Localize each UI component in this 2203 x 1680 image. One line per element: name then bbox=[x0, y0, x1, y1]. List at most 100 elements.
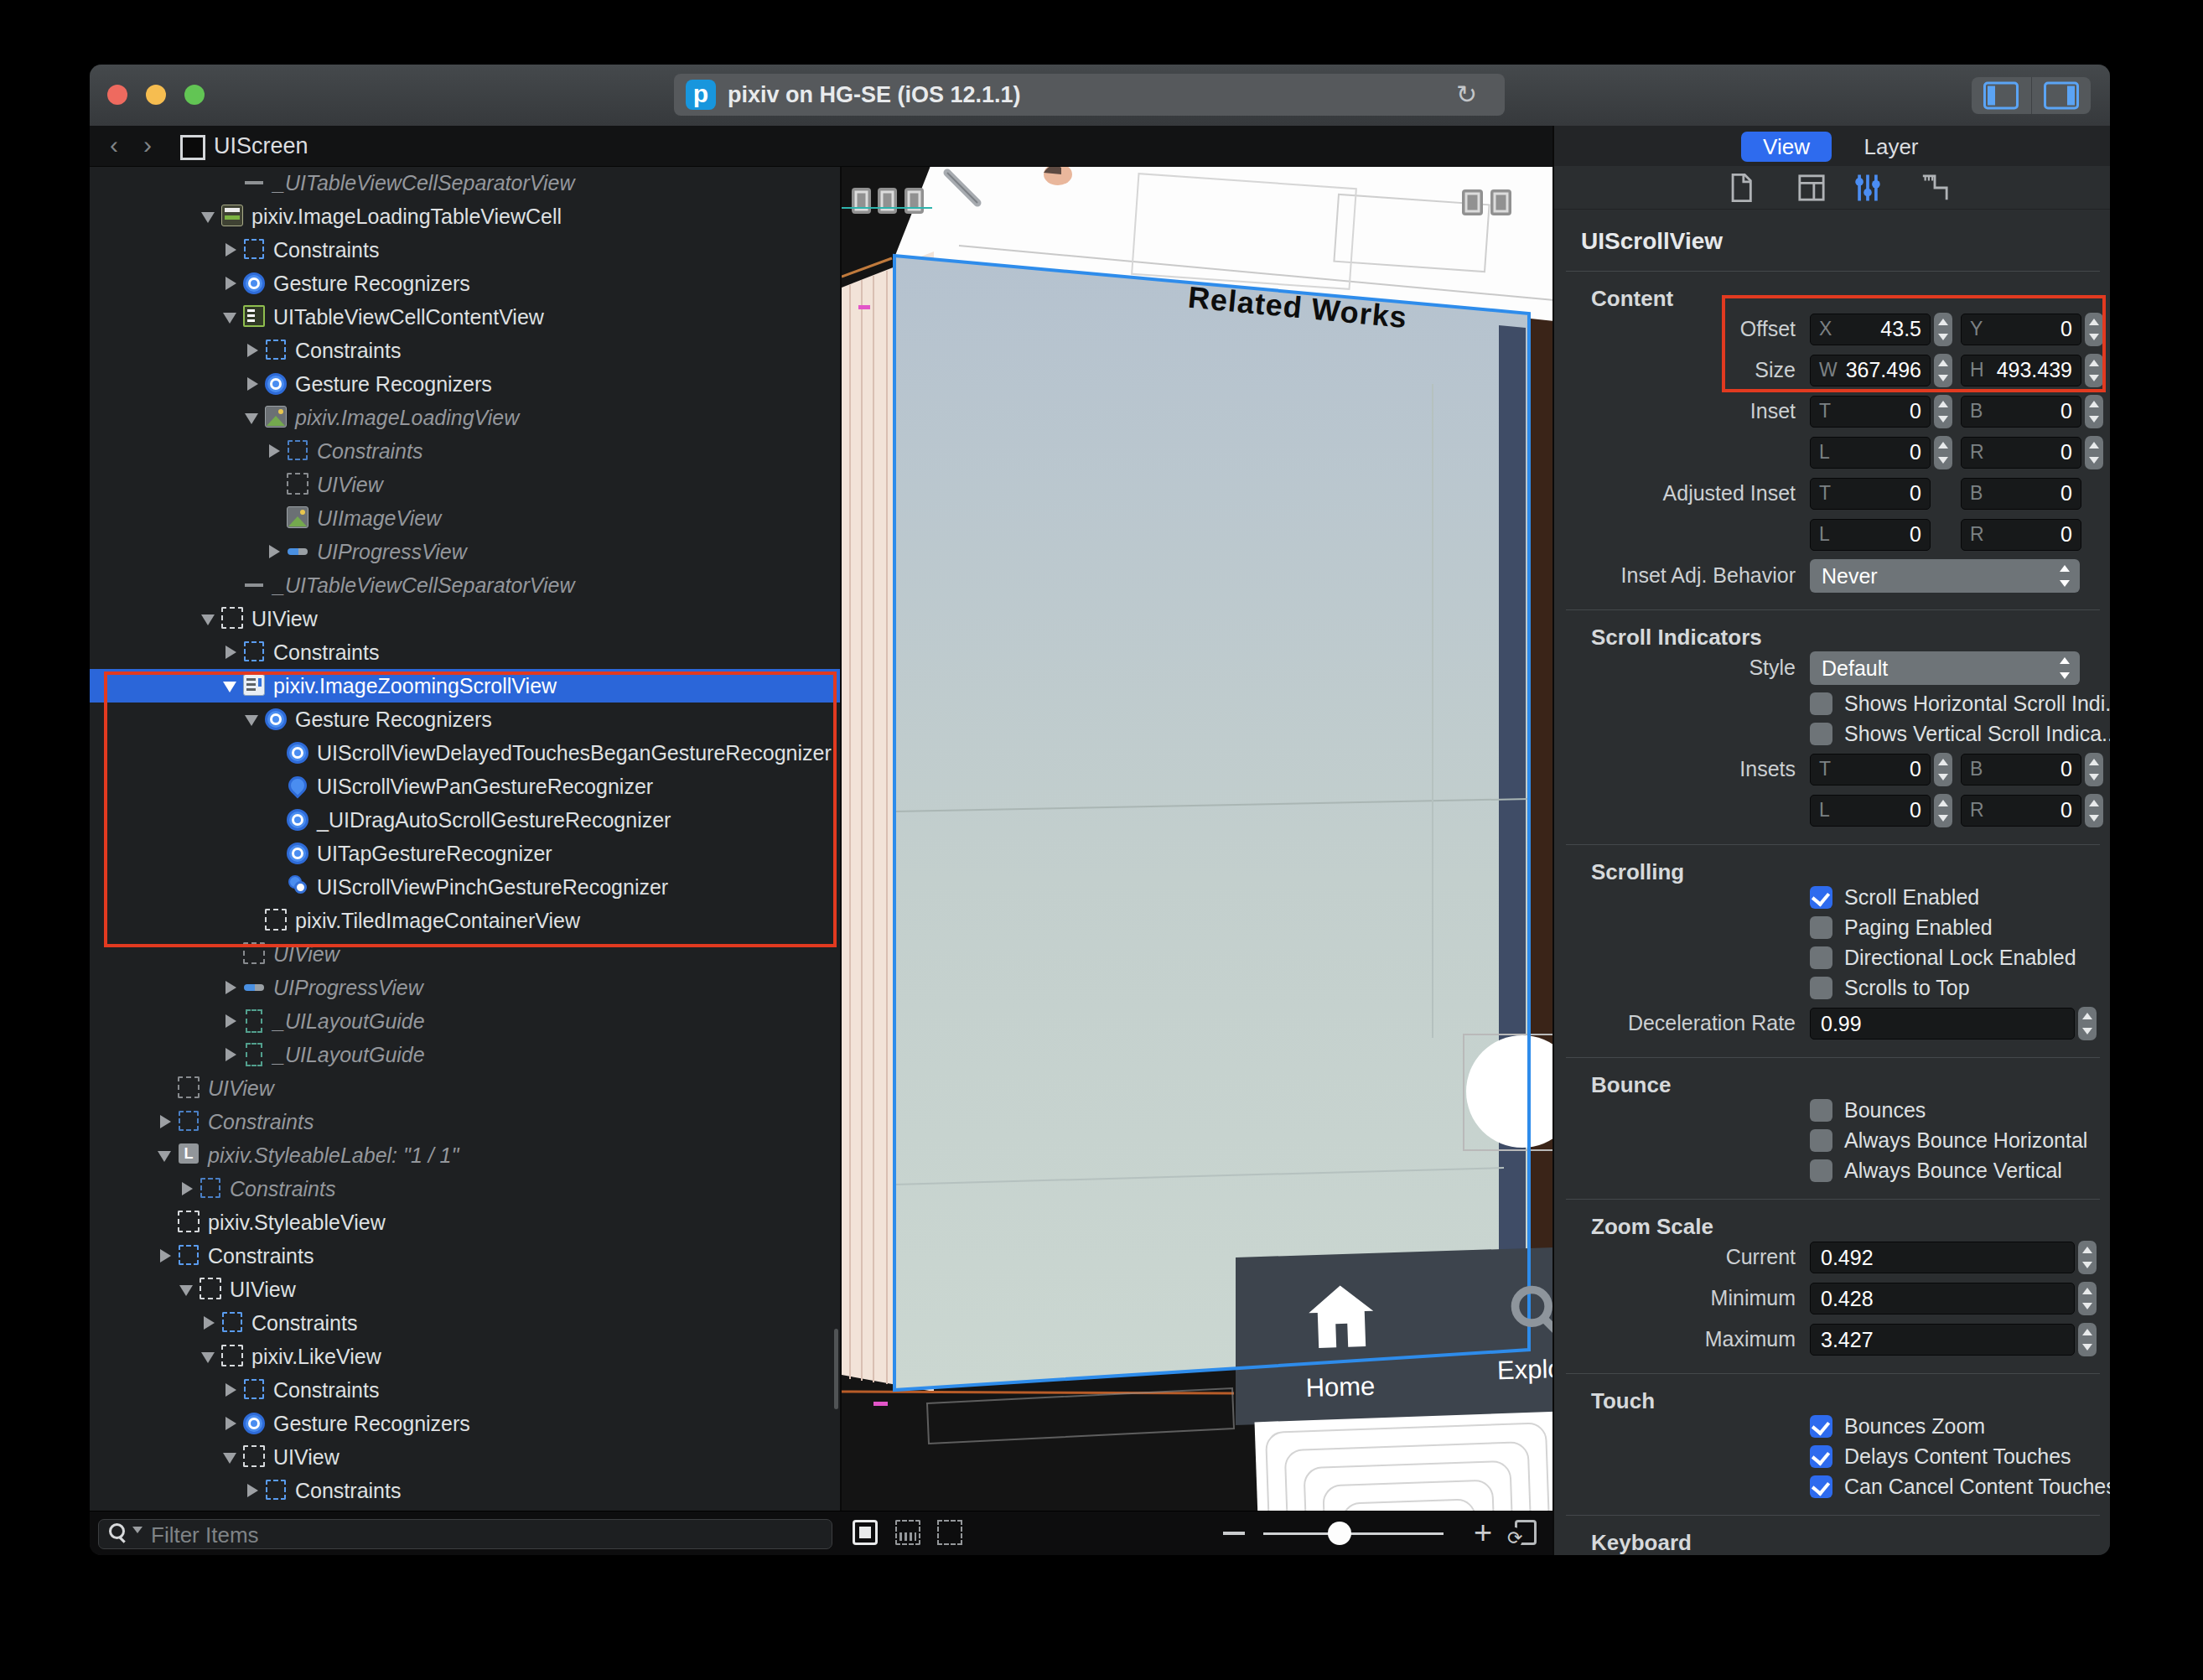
number-field[interactable]: L0 bbox=[1810, 519, 1931, 551]
disclosure-triangle[interactable] bbox=[243, 376, 260, 392]
tree-row[interactable]: Constraints bbox=[90, 233, 840, 267]
zoom-out-button[interactable] bbox=[1223, 1532, 1245, 1535]
disclosure-triangle[interactable] bbox=[243, 1482, 260, 1499]
tree-row[interactable]: UIProgressView bbox=[90, 535, 840, 568]
tree-row[interactable]: UIScrollViewPinchGestureRecognizer bbox=[90, 870, 840, 904]
tree-row[interactable]: Gesture Recognizers bbox=[90, 703, 840, 736]
toggle-right-panel-button[interactable] bbox=[2031, 77, 2092, 114]
disclosure-triangle[interactable] bbox=[221, 677, 238, 694]
number-field[interactable]: W367.496 bbox=[1810, 355, 1931, 386]
tree-row[interactable]: UIView bbox=[90, 602, 840, 635]
tree-row[interactable]: UIView bbox=[90, 1440, 840, 1474]
disclosure-triangle[interactable] bbox=[221, 1449, 238, 1465]
adjust-frame-button[interactable] bbox=[853, 1520, 878, 1545]
value-field[interactable]: 0.99 bbox=[1810, 1008, 2075, 1040]
stepper[interactable] bbox=[1934, 753, 1952, 786]
tree-row[interactable]: Constraints bbox=[90, 434, 840, 468]
minimize-button[interactable] bbox=[146, 85, 166, 105]
home-tab-icon[interactable] bbox=[1306, 1284, 1376, 1351]
tree-row[interactable]: Constraints bbox=[90, 1306, 840, 1340]
tree-scrollbar[interactable] bbox=[834, 1329, 838, 1409]
ruler-inspector-icon[interactable] bbox=[1920, 174, 1949, 202]
stepper[interactable] bbox=[1934, 395, 1952, 428]
wireframe-button[interactable] bbox=[937, 1520, 962, 1545]
disclosure-triangle[interactable] bbox=[221, 644, 238, 661]
tree-row[interactable]: Constraints bbox=[90, 635, 840, 669]
file-inspector-icon[interactable] bbox=[1727, 174, 1755, 202]
size-inspector-icon[interactable] bbox=[1797, 174, 1826, 202]
disclosure-triangle[interactable] bbox=[221, 309, 238, 325]
stepper[interactable] bbox=[1934, 354, 1952, 387]
attributes-inspector-icon[interactable] bbox=[1853, 174, 1882, 202]
number-field[interactable]: Y0 bbox=[1961, 314, 2081, 345]
number-field[interactable]: L0 bbox=[1810, 795, 1931, 827]
disclosure-triangle[interactable] bbox=[156, 1113, 173, 1130]
number-field[interactable]: H493.439 bbox=[1961, 355, 2081, 386]
tree-row[interactable]: Constraints bbox=[90, 1474, 840, 1507]
zoom-slider-knob[interactable] bbox=[1328, 1522, 1351, 1545]
tree-row[interactable]: _UILayoutGuide bbox=[90, 1004, 840, 1038]
stepper[interactable] bbox=[2085, 794, 2103, 827]
checkbox[interactable] bbox=[1810, 886, 1832, 909]
dropdown[interactable]: Never bbox=[1810, 559, 2080, 593]
close-button[interactable] bbox=[107, 85, 127, 105]
home-tab-label[interactable]: Home bbox=[1294, 1371, 1387, 1404]
number-field[interactable]: T0 bbox=[1810, 754, 1931, 786]
number-field[interactable]: B0 bbox=[1961, 396, 2081, 428]
number-field[interactable]: R0 bbox=[1961, 437, 2081, 469]
disclosure-triangle[interactable] bbox=[243, 711, 260, 728]
tree-row[interactable]: UITableViewCellContentView bbox=[90, 300, 840, 334]
zoom-slider-track[interactable] bbox=[1263, 1532, 1444, 1535]
tree-row[interactable]: UIView bbox=[90, 468, 840, 501]
number-field[interactable]: X43.5 bbox=[1810, 314, 1931, 345]
disclosure-triangle[interactable] bbox=[265, 543, 282, 560]
checkbox[interactable] bbox=[1810, 977, 1832, 999]
orientation-button[interactable] bbox=[1515, 1520, 1537, 1545]
tree-row[interactable]: Gesture Recognizers bbox=[90, 367, 840, 401]
disclosure-triangle[interactable] bbox=[243, 342, 260, 359]
tree-row[interactable]: UIView bbox=[90, 1071, 840, 1105]
tree-row[interactable]: Gesture Recognizers bbox=[90, 1407, 840, 1440]
stepper[interactable] bbox=[2078, 1323, 2097, 1356]
refresh-icon[interactable]: ↻ bbox=[1456, 81, 1481, 106]
tree-row[interactable]: UITapGestureRecognizer bbox=[90, 837, 840, 870]
number-field[interactable]: B0 bbox=[1961, 754, 2081, 786]
stepper[interactable] bbox=[2085, 436, 2103, 469]
toggle-left-panel-button[interactable] bbox=[1972, 77, 2031, 114]
filter-field[interactable]: Filter Items bbox=[98, 1519, 832, 1549]
disclosure-triangle[interactable] bbox=[200, 1348, 216, 1365]
checkbox[interactable] bbox=[1810, 1415, 1832, 1438]
tree-row[interactable]: pixiv.StyleableView bbox=[90, 1206, 840, 1239]
tree-row[interactable]: pixiv.ImageLoadingView bbox=[90, 401, 840, 434]
clipped-content-button[interactable] bbox=[895, 1520, 920, 1545]
tree-row[interactable]: _UIDragAutoScrollGestureRecognizer bbox=[90, 803, 840, 837]
disclosure-triangle[interactable] bbox=[221, 241, 238, 258]
value-field[interactable]: 3.427 bbox=[1810, 1324, 2075, 1356]
checkbox[interactable] bbox=[1810, 692, 1832, 715]
tree-row[interactable]: UIProgressView bbox=[90, 971, 840, 1004]
disclosure-triangle[interactable] bbox=[156, 1247, 173, 1264]
stepper[interactable] bbox=[1934, 313, 1952, 346]
tree-row[interactable]: pixiv.LikeView bbox=[90, 1340, 840, 1373]
disclosure-triangle[interactable] bbox=[156, 1147, 173, 1164]
stepper[interactable] bbox=[2078, 1241, 2097, 1274]
tree-row[interactable]: UIView bbox=[90, 1273, 840, 1306]
tree-row[interactable]: _UILayoutGuide bbox=[90, 1038, 840, 1071]
zoom-in-button[interactable]: + bbox=[1471, 1522, 1495, 1545]
jump-bar-item[interactable]: UIScreen bbox=[214, 133, 308, 159]
disclosure-triangle[interactable] bbox=[221, 1013, 238, 1029]
checkbox[interactable] bbox=[1810, 723, 1832, 745]
tree-row[interactable]: Constraints bbox=[90, 1373, 840, 1407]
number-field[interactable]: B0 bbox=[1961, 478, 2081, 510]
disclosure-triangle[interactable] bbox=[265, 443, 282, 459]
checkbox[interactable] bbox=[1810, 916, 1832, 939]
value-field[interactable]: 0.492 bbox=[1810, 1242, 2075, 1273]
stepper[interactable] bbox=[1934, 436, 1952, 469]
disclosure-triangle[interactable] bbox=[221, 979, 238, 996]
tree-row[interactable]: _UITableViewCellSeparatorView bbox=[90, 166, 840, 200]
tab-view[interactable]: View bbox=[1741, 132, 1832, 162]
stepper[interactable] bbox=[2078, 1282, 2097, 1315]
disclosure-triangle[interactable] bbox=[221, 1046, 238, 1063]
stepper[interactable] bbox=[2085, 313, 2103, 346]
number-field[interactable]: T0 bbox=[1810, 478, 1931, 510]
